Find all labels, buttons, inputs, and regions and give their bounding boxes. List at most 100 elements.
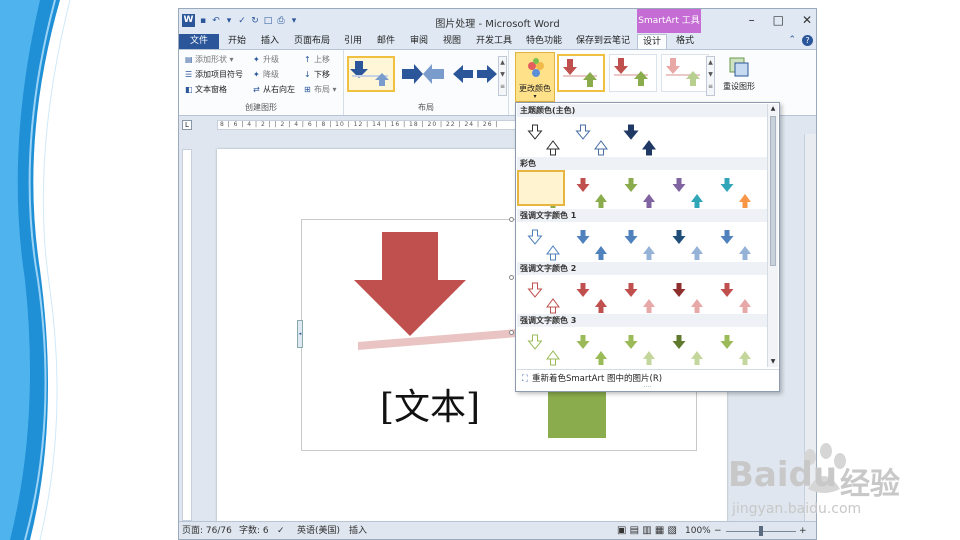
layout-menu-button[interactable]: ⊞ 布局 ▾ (304, 84, 337, 95)
color-swatch[interactable] (665, 279, 711, 315)
create-graphic-label: 创建图形 (245, 103, 277, 112)
red-down-arrow[interactable] (354, 232, 466, 336)
resize-grip[interactable]: ···· (516, 385, 779, 391)
tab-format[interactable]: 格式 (671, 34, 699, 49)
smartart-style-3[interactable] (661, 54, 709, 92)
move-up-button[interactable]: ↑ 上移 (304, 54, 330, 65)
color-swatch[interactable] (617, 331, 663, 366)
create-graphic-group: ▤ 添加形状 ▾ ☰ 添加项目符号 ◧ 文本窗格 ✦ 升级 ✦ 降级 ⇄ 从右向左 ↑ 上移 … (179, 50, 344, 115)
color-swatch[interactable] (713, 331, 759, 366)
styles-gallery-scroll[interactable]: ▲ ▼ ≡ (706, 56, 715, 96)
layouts-gallery-scroll[interactable]: ▲ ▼ ≡ (498, 56, 507, 96)
window-controls: – □ ✕ (749, 13, 812, 27)
color-swatch[interactable] (665, 174, 711, 210)
tab-design[interactable]: 设计 (637, 34, 668, 49)
tab-save-to-cloud[interactable]: 保存到云笔记 (571, 34, 635, 49)
color-swatch[interactable] (569, 331, 615, 366)
baidu-watermark: Baidu 经验 jingyan.baidu.com (728, 443, 938, 535)
tab-view[interactable]: 视图 (438, 34, 466, 49)
layouts-group: ▲ ▼ ≡ 布局 (344, 50, 509, 115)
horizontal-ruler[interactable]: 8 | 6 | 4 | 2 | | 2 | 4 | 6 | 8 | 10 | 1… (217, 120, 517, 130)
minimize-ribbon-icon[interactable]: ⌃ (788, 35, 796, 46)
zoom-out-icon[interactable]: − (714, 522, 722, 539)
layout-option-1[interactable] (347, 56, 395, 92)
scroll-thumb[interactable] (770, 116, 776, 266)
right-to-left-button[interactable]: ⇄ 从右向左 (253, 84, 295, 95)
close-icon[interactable]: ✕ (802, 13, 812, 27)
tab-review[interactable]: 审阅 (405, 34, 433, 49)
demote-icon: ✦ (253, 70, 260, 79)
minimize-icon[interactable]: – (749, 13, 755, 27)
color-swatch[interactable] (521, 121, 567, 157)
color-swatch[interactable] (665, 226, 711, 262)
chevron-down-icon: ▾ (533, 93, 537, 100)
color-swatch[interactable] (569, 121, 615, 157)
color-swatch[interactable] (617, 226, 663, 262)
color-swatch[interactable] (569, 226, 615, 262)
resize-handle[interactable] (509, 217, 514, 222)
watermark-brand: Baidu (728, 455, 838, 495)
palette-icon (528, 58, 544, 77)
color-swatch[interactable] (521, 331, 567, 366)
color-swatch[interactable] (617, 174, 663, 210)
reset-graphic-button[interactable]: 重设图形 (719, 56, 759, 96)
add-shape-button[interactable]: ▤ 添加形状 ▾ (185, 54, 234, 65)
color-swatch[interactable] (521, 226, 567, 262)
tab-insert[interactable]: 插入 (256, 34, 284, 49)
add-bullet-button[interactable]: ☰ 添加项目符号 (185, 69, 243, 80)
promote-button[interactable]: ✦ 升级 (253, 54, 279, 65)
color-swatch[interactable] (617, 279, 663, 315)
add-bullet-icon: ☰ (185, 70, 193, 79)
slide-decoration (0, 0, 71, 540)
tab-selector-icon[interactable]: L (182, 120, 192, 130)
vertical-ruler[interactable] (182, 149, 192, 521)
text-pane-button[interactable]: ◧ 文本窗格 (185, 84, 227, 95)
scroll-down-icon[interactable]: ▼ (768, 357, 778, 367)
color-swatch[interactable] (665, 331, 711, 366)
scroll-up-icon[interactable]: ▲ (768, 104, 778, 114)
text-placeholder[interactable]: [文本] (380, 378, 480, 430)
demote-button[interactable]: ✦ 降级 (253, 69, 279, 80)
divider-line (358, 328, 530, 350)
move-up-icon: ↑ (304, 55, 311, 64)
help-icon[interactable]: ? (802, 35, 813, 46)
insert-mode[interactable]: 插入 (349, 522, 367, 539)
zoom-level[interactable]: 100% (685, 522, 711, 539)
color-swatch[interactable] (617, 121, 663, 157)
tab-page-layout[interactable]: 页面布局 (289, 34, 335, 49)
color-swatch[interactable] (713, 279, 759, 315)
layouts-label: 布局 (418, 103, 434, 112)
swatch-colorful-selected[interactable] (517, 170, 565, 206)
page-count[interactable]: 页面: 76/76 (182, 522, 232, 539)
tab-home[interactable]: 开始 (223, 34, 251, 49)
tab-references[interactable]: 引用 (339, 34, 367, 49)
reset-graphic-label: 重设图形 (723, 82, 755, 91)
view-buttons[interactable]: ▣ ▤ ▥ ▦ ▧ (617, 522, 677, 539)
resize-handle[interactable] (509, 330, 514, 335)
smartart-style-1[interactable] (557, 54, 605, 92)
change-colors-button[interactable]: 更改颜色 ▾ (515, 52, 555, 102)
color-swatch[interactable] (569, 279, 615, 315)
tab-file[interactable]: 文件 (179, 34, 219, 49)
color-swatch[interactable] (569, 174, 615, 210)
tab-mailings[interactable]: 邮件 (372, 34, 400, 49)
color-swatch[interactable] (713, 226, 759, 262)
status-bar: 页面: 76/76 字数: 6 ✓ 英语(美国) 插入 ▣ ▤ ▥ ▦ ▧ 10… (179, 521, 816, 539)
move-down-button[interactable]: ↓ 下移 (304, 69, 330, 80)
dropdown-scrollbar[interactable]: ▲ ▼ (767, 104, 778, 367)
tab-developer[interactable]: 开发工具 (471, 34, 517, 49)
right-to-left-icon: ⇄ (253, 85, 260, 94)
layout-option-3[interactable] (451, 56, 499, 92)
resize-handle[interactable] (509, 275, 514, 280)
language[interactable]: 英语(美国) (297, 522, 340, 539)
color-swatch[interactable] (521, 279, 567, 315)
add-shape-icon: ▤ (185, 55, 193, 64)
smartart-style-2[interactable] (609, 54, 657, 92)
proofing-icon[interactable]: ✓ (277, 522, 285, 539)
tab-special-features[interactable]: 特色功能 (521, 34, 567, 49)
color-swatch[interactable] (713, 174, 759, 210)
layout-option-2[interactable] (399, 56, 447, 92)
maximize-icon[interactable]: □ (773, 13, 784, 27)
help-area: ⌃ ? (788, 35, 813, 46)
word-count[interactable]: 字数: 6 (239, 522, 269, 539)
